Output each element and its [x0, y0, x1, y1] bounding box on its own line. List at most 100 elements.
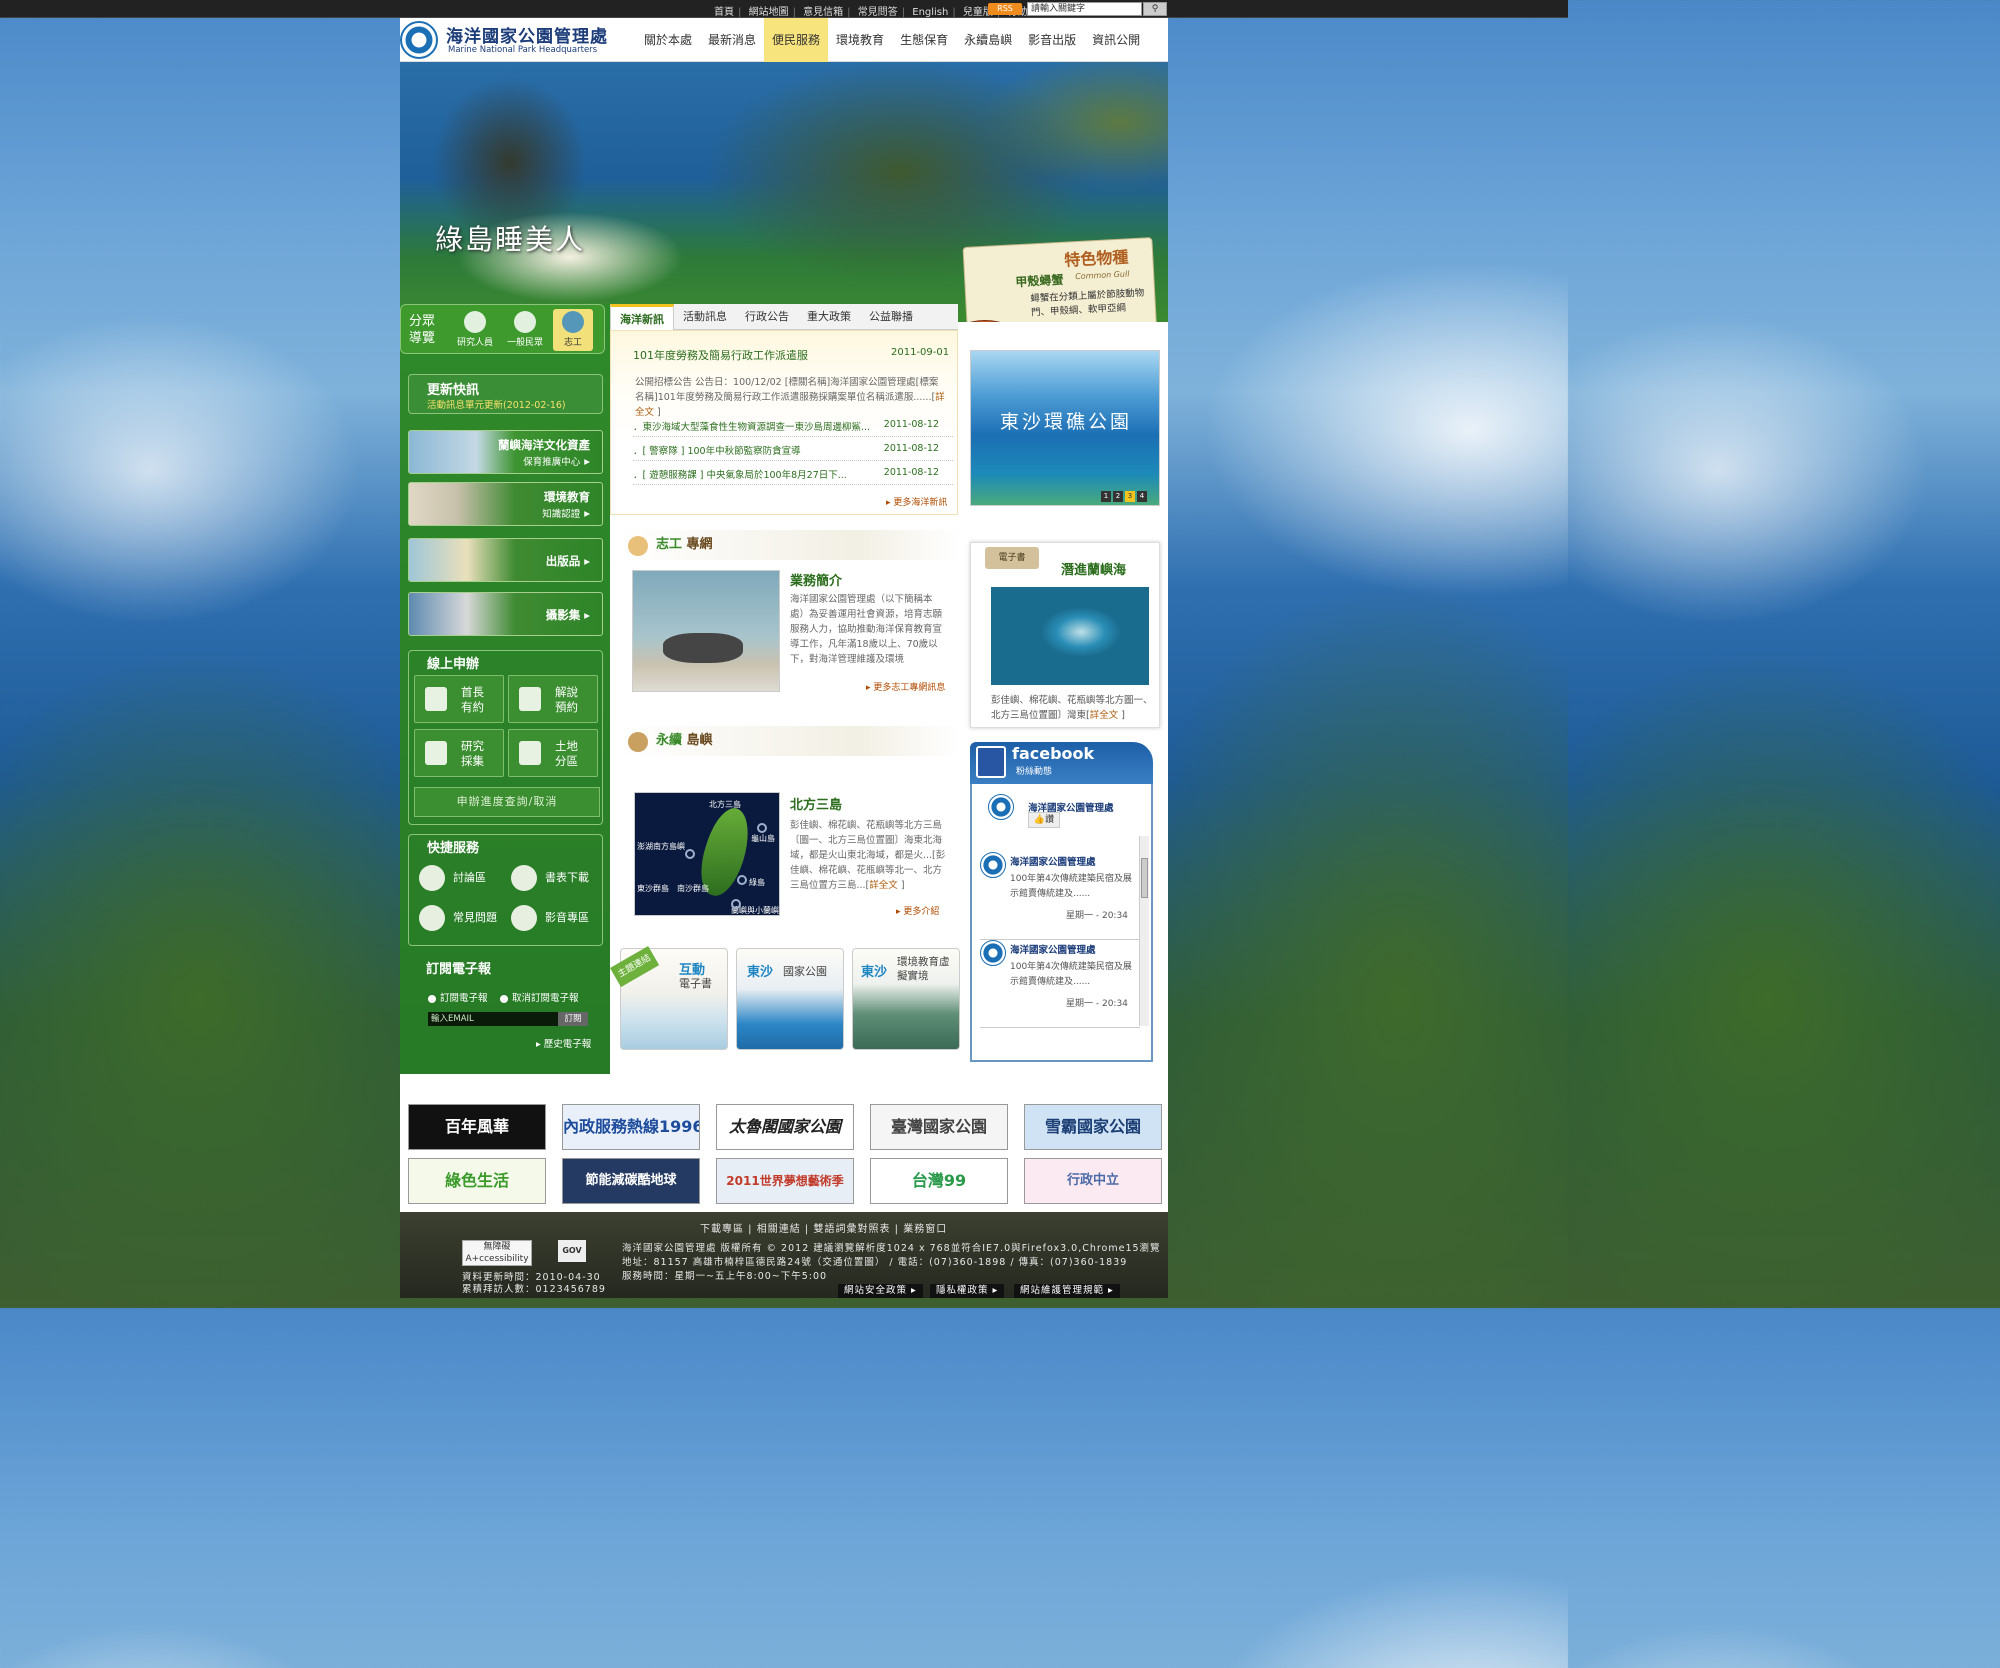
- application-status-button[interactable]: 申辦進度查詢/取消: [414, 787, 600, 817]
- partner-link[interactable]: 綠色生活: [408, 1158, 546, 1204]
- volunteer-photo[interactable]: [632, 570, 780, 692]
- news-item[interactable]: ．[ 警察隊 ] 100年中秋節監察防貪宣導 2011-08-12: [633, 443, 953, 461]
- tab-policies[interactable]: 重大政策: [798, 304, 860, 330]
- partner-link[interactable]: 臺灣國家公園: [870, 1104, 1008, 1150]
- partner-link[interactable]: 行政中立: [1024, 1158, 1162, 1204]
- map-marker[interactable]: [757, 823, 767, 833]
- news-item[interactable]: ．東沙海域大型藻食性生物資源調查一東沙島周邊柳鯊... 2011-08-12: [633, 419, 953, 437]
- island-read-more[interactable]: 詳全文: [869, 880, 898, 891]
- nav-info[interactable]: 資訊公開: [1084, 18, 1148, 62]
- feed-scrollbar[interactable]: [1139, 836, 1149, 1026]
- ebook-cover[interactable]: [991, 587, 1149, 685]
- subscribe-radio[interactable]: 訂閱電子報: [428, 990, 488, 1004]
- facebook-post[interactable]: 海洋國家公園管理處 100年第4次傳統建築民宿及展示館賣傳統建及...... 星期一…: [980, 852, 1140, 940]
- tile-ebook[interactable]: 主題連結 互動 電子書: [610, 946, 728, 1050]
- ebook-read-more[interactable]: 詳全文: [1090, 710, 1119, 721]
- banner-env-education[interactable]: 環境教育 知識認證 ▸: [408, 482, 603, 526]
- search-icon[interactable]: ⚲: [1143, 2, 1167, 16]
- slider-page-3[interactable]: 3: [1125, 491, 1135, 502]
- map-label: 龜山島: [751, 834, 775, 843]
- accessibility-badge[interactable]: 無障礙 A+ccessibility: [462, 1240, 532, 1266]
- slider-page-1[interactable]: 1: [1101, 491, 1111, 502]
- tab-ocean-news[interactable]: 海洋新訊: [610, 304, 674, 330]
- audience-public[interactable]: 一般民眾: [505, 309, 545, 351]
- map-marker[interactable]: [731, 899, 741, 909]
- search-input[interactable]: 請輸入關鍵字: [1027, 2, 1142, 16]
- news-more-link[interactable]: ▸ 更多海洋新訊: [886, 495, 947, 508]
- privacy-policy-button[interactable]: 隱私權政策 ▸: [930, 1284, 1005, 1298]
- audience-researcher[interactable]: 研究人員: [455, 309, 495, 351]
- maintenance-policy-button[interactable]: 網站維護管理規範 ▸: [1014, 1284, 1120, 1298]
- footer-link-downloads[interactable]: 下載專區: [700, 1224, 744, 1235]
- logo-emblem-icon[interactable]: [400, 21, 438, 59]
- tab-announcements[interactable]: 行政公告: [736, 304, 798, 330]
- security-policy-button[interactable]: 網站安全政策 ▸: [838, 1284, 923, 1298]
- banner-photo-album[interactable]: 攝影集 ▸: [408, 592, 603, 636]
- nav-education[interactable]: 環境教育: [828, 18, 892, 62]
- top-link-home[interactable]: 首頁: [714, 7, 734, 18]
- nav-news[interactable]: 最新消息: [700, 18, 764, 62]
- tile-dongsha-vr[interactable]: 東沙 環境教育虛擬實境: [852, 948, 960, 1050]
- slider-page-2[interactable]: 2: [1113, 491, 1123, 502]
- partner-link[interactable]: 台灣99: [870, 1158, 1008, 1204]
- volunteer-more-link[interactable]: ▸ 更多志工專網訊息: [866, 680, 945, 693]
- newsletter-history-link[interactable]: ▸ 歷史電子報: [536, 1036, 591, 1050]
- quick-media[interactable]: 影音專區: [511, 905, 589, 931]
- apply-director-meeting[interactable]: 首長 有約: [414, 675, 504, 723]
- banner-lanyu-culture[interactable]: 蘭嶼海洋文化資產 保育推廣中心 ▸: [408, 430, 603, 474]
- news-top-title[interactable]: 101年度勞務及簡易行政工作派遣服: [633, 347, 863, 363]
- unsubscribe-radio[interactable]: 取消訂閱電子報: [500, 990, 579, 1004]
- apply-guide-booking[interactable]: 解說 預約: [508, 675, 598, 723]
- partner-link[interactable]: 節能減碳酷地球: [562, 1158, 700, 1204]
- logo-title[interactable]: 海洋國家公園管理處: [446, 22, 608, 47]
- page-avatar[interactable]: [988, 794, 1014, 820]
- subscribe-button[interactable]: 訂閱: [558, 1012, 588, 1026]
- nav-about[interactable]: 關於本處: [636, 18, 700, 62]
- ebook-title[interactable]: 潛進蘭嶼海: [1061, 559, 1126, 578]
- quick-faq[interactable]: 常見問題: [419, 905, 497, 931]
- theme-links: 主題連結 互動 電子書 東沙 國家公園 東沙 環境教育虛擬實境: [610, 946, 960, 1050]
- like-button[interactable]: 👍讚: [1028, 812, 1060, 828]
- top-link-english[interactable]: English: [912, 7, 948, 18]
- partner-link[interactable]: 百年風華: [408, 1104, 546, 1150]
- apply-land-zoning[interactable]: 土地 分區: [508, 729, 598, 777]
- island-more-link[interactable]: ▸ 更多介紹: [896, 904, 939, 917]
- banner-publications[interactable]: 出版品 ▸: [408, 538, 603, 582]
- partner-link[interactable]: 雪霸國家公園: [1024, 1104, 1162, 1150]
- footer-link-related[interactable]: 相關連結: [757, 1224, 801, 1235]
- apply-research-collection[interactable]: 研究 採集: [414, 729, 504, 777]
- nav-islands[interactable]: 永續島嶼: [956, 18, 1020, 62]
- quick-news-text[interactable]: 活動訊息單元更新(2012-02-16): [427, 397, 566, 411]
- partner-link[interactable]: 內政服務熱線1996: [562, 1104, 700, 1150]
- top-link-sitemap[interactable]: 網站地圖: [749, 7, 789, 18]
- tile-dongsha-park[interactable]: 東沙 國家公園: [736, 948, 844, 1050]
- map-marker[interactable]: [737, 875, 747, 885]
- partner-link[interactable]: 太魯閣國家公園: [716, 1104, 854, 1150]
- news-item[interactable]: ．[ 遊憩服務課 ] 中央氣象局於100年8月27日下... 2011-08-12: [633, 467, 953, 485]
- quick-news-box[interactable]: 更新快訊 活動訊息單元更新(2012-02-16): [408, 374, 603, 414]
- tab-public-service[interactable]: 公益聯播: [860, 304, 922, 330]
- footer-link-glossary[interactable]: 雙語詞彙對照表: [813, 1224, 890, 1235]
- quick-downloads[interactable]: 書表下載: [511, 865, 589, 891]
- tab-events[interactable]: 活動訊息: [674, 304, 736, 330]
- partner-link[interactable]: 2011世界夢想藝術季: [716, 1158, 854, 1204]
- nav-conservation[interactable]: 生態保育: [892, 18, 956, 62]
- top-link-feedback[interactable]: 意見信箱: [803, 7, 843, 18]
- quick-forum[interactable]: 討論區: [419, 865, 486, 891]
- island-title[interactable]: 北方三島: [790, 794, 842, 813]
- rss-icon[interactable]: RSS: [988, 3, 1022, 15]
- audience-volunteer[interactable]: 志工: [553, 309, 593, 351]
- nav-media[interactable]: 影音出版: [1020, 18, 1084, 62]
- top-link-faq[interactable]: 常見問答: [858, 7, 898, 18]
- featured-species-card[interactable]: 特色物種 甲殼蟳蟹 Common Gull 蟳蟹在分類上屬於節肢動物門、甲殼綱、…: [962, 237, 1158, 322]
- facebook-post[interactable]: 海洋國家公園管理處 100年第4次傳統建築民宿及展示館賣傳統建及...... 星期一…: [980, 940, 1140, 1028]
- footer-link-contacts[interactable]: 業務窗口: [903, 1224, 947, 1235]
- map-marker[interactable]: [685, 849, 695, 859]
- islands-map[interactable]: 北方三島 龜山島 澎湖南方島嶼 綠島 東沙群島 南沙群島 蘭嶼與小蘭嶼: [634, 792, 780, 916]
- feature-slider[interactable]: 東沙環礁公園 1 2 3 4: [970, 350, 1160, 506]
- volunteer-title[interactable]: 業務簡介: [790, 570, 842, 589]
- nav-services[interactable]: 便民服務: [764, 18, 829, 62]
- email-field[interactable]: 輸入EMAIL: [428, 1012, 558, 1026]
- slider-page-4[interactable]: 4: [1137, 491, 1147, 502]
- gov-badge[interactable]: GOV: [558, 1240, 586, 1262]
